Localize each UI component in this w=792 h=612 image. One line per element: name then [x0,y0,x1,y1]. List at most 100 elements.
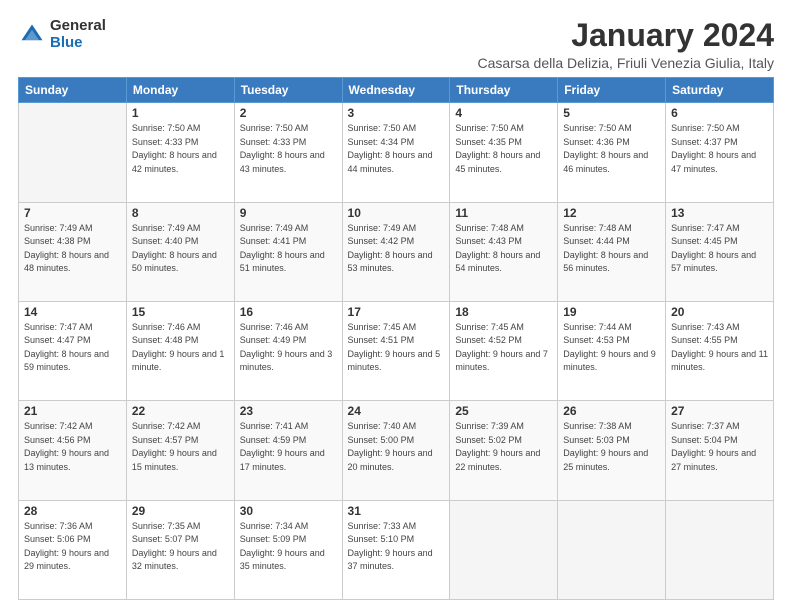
calendar-week-4: 21Sunrise: 7:42 AMSunset: 4:56 PMDayligh… [19,401,774,500]
day-number: 18 [455,305,552,319]
day-info: Sunrise: 7:44 AMSunset: 4:53 PMDaylight:… [563,321,660,375]
column-header-tuesday: Tuesday [234,78,342,103]
calendar-cell: 13 Sunrise: 7:47 AMSunset: 4:45 PMDayligh… [666,202,774,301]
day-number: 27 [671,404,768,418]
day-number: 7 [24,206,121,220]
day-number: 16 [240,305,337,319]
day-info: Sunrise: 7:43 AMSunset: 4:55 PMDaylight:… [671,321,768,375]
calendar-cell: 18 Sunrise: 7:45 AMSunset: 4:52 PMDayligh… [450,301,558,400]
day-info: Sunrise: 7:47 AMSunset: 4:47 PMDaylight:… [24,321,121,375]
calendar-cell: 19 Sunrise: 7:44 AMSunset: 4:53 PMDayligh… [558,301,666,400]
day-number: 19 [563,305,660,319]
day-number: 24 [348,404,445,418]
day-number: 4 [455,106,552,120]
day-info: Sunrise: 7:49 AMSunset: 4:41 PMDaylight:… [240,222,337,276]
day-number: 23 [240,404,337,418]
calendar-cell: 26 Sunrise: 7:38 AMSunset: 5:03 PMDayligh… [558,401,666,500]
day-number: 11 [455,206,552,220]
calendar-cell: 31Sunrise: 7:33 AMSunset: 5:10 PMDayligh… [342,500,450,599]
day-info: Sunrise: 7:45 AMSunset: 4:51 PMDaylight:… [348,321,445,375]
calendar-header-row: SundayMondayTuesdayWednesdayThursdayFrid… [19,78,774,103]
day-number: 30 [240,504,337,518]
day-info: Sunrise: 7:50 AMSunset: 4:36 PMDaylight:… [563,122,660,176]
day-number: 10 [348,206,445,220]
header: General Blue January 2024 Casarsa della … [18,18,774,71]
calendar-cell: 2 Sunrise: 7:50 AMSunset: 4:33 PMDaylight… [234,103,342,202]
logo-general: General [50,18,106,35]
calendar-cell: 28 Sunrise: 7:36 AMSunset: 5:06 PMDayligh… [19,500,127,599]
day-number: 3 [348,106,445,120]
calendar-cell: 1Sunrise: 7:50 AMSunset: 4:33 PMDaylight… [126,103,234,202]
calendar-cell: 21Sunrise: 7:42 AMSunset: 4:56 PMDayligh… [19,401,127,500]
calendar-cell: 12 Sunrise: 7:48 AMSunset: 4:44 PMDayligh… [558,202,666,301]
calendar-week-1: 1Sunrise: 7:50 AMSunset: 4:33 PMDaylight… [19,103,774,202]
calendar-cell: 7 Sunrise: 7:49 AMSunset: 4:38 PMDaylight… [19,202,127,301]
day-info: Sunrise: 7:47 AMSunset: 4:45 PMDaylight:… [671,222,768,276]
calendar-cell: 17 Sunrise: 7:45 AMSunset: 4:51 PMDayligh… [342,301,450,400]
subtitle: Casarsa della Delizia, Friuli Venezia Gi… [478,55,774,71]
day-info: Sunrise: 7:50 AMSunset: 4:35 PMDaylight:… [455,122,552,176]
day-number: 17 [348,305,445,319]
calendar-cell [666,500,774,599]
day-number: 26 [563,404,660,418]
calendar-cell [558,500,666,599]
column-header-saturday: Saturday [666,78,774,103]
day-info: Sunrise: 7:45 AMSunset: 4:52 PMDaylight:… [455,321,552,375]
calendar-cell: 15Sunrise: 7:46 AMSunset: 4:48 PMDayligh… [126,301,234,400]
day-number: 31 [348,504,445,518]
day-info: Sunrise: 7:48 AMSunset: 4:44 PMDaylight:… [563,222,660,276]
day-number: 9 [240,206,337,220]
calendar-cell: 4 Sunrise: 7:50 AMSunset: 4:35 PMDaylight… [450,103,558,202]
day-number: 21 [24,404,121,418]
calendar-table: SundayMondayTuesdayWednesdayThursdayFrid… [18,77,774,600]
day-info: Sunrise: 7:50 AMSunset: 4:37 PMDaylight:… [671,122,768,176]
day-number: 13 [671,206,768,220]
day-info: Sunrise: 7:41 AMSunset: 4:59 PMDaylight:… [240,420,337,474]
logo-blue: Blue [50,35,106,52]
title-block: January 2024 Casarsa della Delizia, Friu… [478,18,774,71]
calendar-cell: 6 Sunrise: 7:50 AMSunset: 4:37 PMDaylight… [666,103,774,202]
day-info: Sunrise: 7:38 AMSunset: 5:03 PMDaylight:… [563,420,660,474]
column-header-friday: Friday [558,78,666,103]
calendar-cell: 29 Sunrise: 7:35 AMSunset: 5:07 PMDayligh… [126,500,234,599]
calendar-week-2: 7 Sunrise: 7:49 AMSunset: 4:38 PMDaylight… [19,202,774,301]
day-number: 14 [24,305,121,319]
day-info: Sunrise: 7:40 AMSunset: 5:00 PMDaylight:… [348,420,445,474]
day-info: Sunrise: 7:50 AMSunset: 4:33 PMDaylight:… [240,122,337,176]
day-info: Sunrise: 7:48 AMSunset: 4:43 PMDaylight:… [455,222,552,276]
calendar-cell: 30 Sunrise: 7:34 AMSunset: 5:09 PMDayligh… [234,500,342,599]
day-number: 12 [563,206,660,220]
calendar-cell: 27Sunrise: 7:37 AMSunset: 5:04 PMDayligh… [666,401,774,500]
day-info: Sunrise: 7:50 AMSunset: 4:33 PMDaylight:… [132,122,229,176]
calendar-cell: 9 Sunrise: 7:49 AMSunset: 4:41 PMDaylight… [234,202,342,301]
column-header-thursday: Thursday [450,78,558,103]
day-number: 20 [671,305,768,319]
day-number: 28 [24,504,121,518]
day-number: 2 [240,106,337,120]
calendar-week-5: 28 Sunrise: 7:36 AMSunset: 5:06 PMDayligh… [19,500,774,599]
day-number: 6 [671,106,768,120]
calendar-cell: 20 Sunrise: 7:43 AMSunset: 4:55 PMDayligh… [666,301,774,400]
day-info: Sunrise: 7:49 AMSunset: 4:38 PMDaylight:… [24,222,121,276]
calendar-cell: 16 Sunrise: 7:46 AMSunset: 4:49 PMDayligh… [234,301,342,400]
calendar-cell: 8Sunrise: 7:49 AMSunset: 4:40 PMDaylight… [126,202,234,301]
day-info: Sunrise: 7:49 AMSunset: 4:40 PMDaylight:… [132,222,229,276]
day-info: Sunrise: 7:35 AMSunset: 5:07 PMDaylight:… [132,520,229,574]
day-info: Sunrise: 7:50 AMSunset: 4:34 PMDaylight:… [348,122,445,176]
day-info: Sunrise: 7:36 AMSunset: 5:06 PMDaylight:… [24,520,121,574]
calendar-cell: 10Sunrise: 7:49 AMSunset: 4:42 PMDayligh… [342,202,450,301]
day-number: 29 [132,504,229,518]
logo-icon [18,21,46,49]
calendar-cell: 24 Sunrise: 7:40 AMSunset: 5:00 PMDayligh… [342,401,450,500]
calendar-cell: 14 Sunrise: 7:47 AMSunset: 4:47 PMDayligh… [19,301,127,400]
calendar-cell: 23 Sunrise: 7:41 AMSunset: 4:59 PMDayligh… [234,401,342,500]
day-info: Sunrise: 7:46 AMSunset: 4:49 PMDaylight:… [240,321,337,375]
main-title: January 2024 [478,18,774,53]
logo-text: General Blue [50,18,106,51]
day-info: Sunrise: 7:39 AMSunset: 5:02 PMDaylight:… [455,420,552,474]
column-header-monday: Monday [126,78,234,103]
day-info: Sunrise: 7:34 AMSunset: 5:09 PMDaylight:… [240,520,337,574]
calendar-cell [19,103,127,202]
column-header-wednesday: Wednesday [342,78,450,103]
calendar-cell: 25Sunrise: 7:39 AMSunset: 5:02 PMDayligh… [450,401,558,500]
